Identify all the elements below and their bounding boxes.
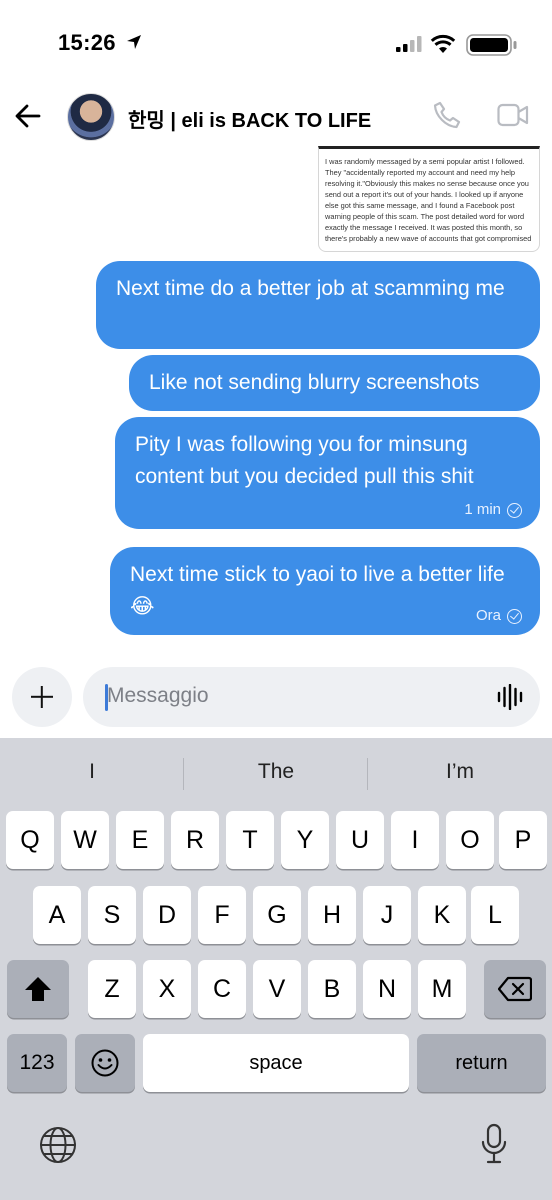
key[interactable]: U xyxy=(336,811,384,869)
contact-avatar[interactable] xyxy=(67,93,115,141)
message-placeholder: Messaggio xyxy=(107,684,209,707)
key[interactable]: P xyxy=(499,811,547,869)
message-text: Like not sending blurry screenshots xyxy=(149,371,480,394)
microphone-icon[interactable] xyxy=(480,1123,508,1165)
return-key[interactable]: return xyxy=(417,1034,546,1092)
suggestion-item[interactable]: The xyxy=(184,760,368,784)
add-attachment-button[interactable] xyxy=(12,667,72,727)
key[interactable]: J xyxy=(363,886,411,944)
message-meta: 1 min xyxy=(464,501,522,519)
key[interactable]: R xyxy=(171,811,219,869)
screenshot-text: I was randomly messaged by a semi popula… xyxy=(325,157,532,243)
key[interactable]: C xyxy=(198,960,246,1018)
key[interactable]: G xyxy=(253,886,301,944)
key[interactable]: Z xyxy=(88,960,136,1018)
key[interactable]: X xyxy=(143,960,191,1018)
key[interactable]: O xyxy=(446,811,494,869)
numbers-key[interactable]: 123 xyxy=(7,1034,67,1092)
battery-icon xyxy=(466,34,517,56)
location-arrow-icon xyxy=(127,35,141,49)
clock: 15:26 xyxy=(58,30,116,55)
message-text: Pity I was following you for minsung con… xyxy=(135,433,474,488)
key[interactable]: L xyxy=(471,886,519,944)
message-bubble[interactable]: Next time do a better job at scamming me xyxy=(96,261,540,349)
read-check-icon xyxy=(507,608,522,624)
key[interactable]: Q xyxy=(6,811,54,869)
space-key[interactable]: space xyxy=(143,1034,409,1092)
globe-icon[interactable] xyxy=(38,1125,78,1165)
wifi-icon xyxy=(430,34,456,53)
key[interactable]: W xyxy=(61,811,109,869)
forwarded-screenshot[interactable]: I was randomly messaged by a semi popula… xyxy=(318,146,540,252)
emoji-key[interactable] xyxy=(75,1034,135,1092)
message-bubble[interactable]: Like not sending blurry screenshots xyxy=(129,355,540,411)
keyboard: I The I’m Q W E R T Y U I O P A S D F G … xyxy=(0,738,552,1200)
key[interactable]: E xyxy=(116,811,164,869)
delete-key[interactable] xyxy=(484,960,546,1018)
message-text: Next time stick to yaoi to live a better… xyxy=(130,563,505,618)
shift-arrow-icon xyxy=(25,977,51,1001)
backspace-icon xyxy=(497,976,533,1002)
suggestion-item[interactable]: I xyxy=(0,760,184,784)
key[interactable]: M xyxy=(418,960,466,1018)
text-cursor xyxy=(105,684,108,711)
message-text: Next time do a better job at scamming me xyxy=(116,277,505,300)
key[interactable]: N xyxy=(363,960,411,1018)
back-arrow-icon[interactable] xyxy=(14,102,42,130)
suggestion-item[interactable]: I’m xyxy=(368,760,552,784)
key[interactable]: S xyxy=(88,886,136,944)
contact-name[interactable]: 한밍 | eli is BACK TO LIFE xyxy=(128,104,371,133)
phone-call-icon[interactable] xyxy=(432,100,462,130)
key[interactable]: B xyxy=(308,960,356,1018)
chat-header: 한밍 | eli is BACK TO LIFE xyxy=(0,90,552,142)
key[interactable]: D xyxy=(143,886,191,944)
key[interactable]: I xyxy=(391,811,439,869)
key[interactable]: K xyxy=(418,886,466,944)
read-check-icon xyxy=(507,502,522,518)
message-meta: Ora xyxy=(476,607,522,625)
message-input[interactable]: Messaggio xyxy=(83,667,540,727)
cellular-signal-icon xyxy=(396,36,422,52)
voice-waveform-icon[interactable] xyxy=(496,684,524,710)
emoji-smiley-icon xyxy=(91,1049,119,1077)
key[interactable]: F xyxy=(198,886,246,944)
shift-key[interactable] xyxy=(7,960,69,1018)
video-call-icon[interactable] xyxy=(497,102,529,128)
key[interactable]: A xyxy=(33,886,81,944)
message-bubble[interactable]: Next time stick to yaoi to live a better… xyxy=(110,547,540,635)
message-time: 1 min xyxy=(464,501,501,518)
key[interactable]: T xyxy=(226,811,274,869)
key[interactable]: Y xyxy=(281,811,329,869)
predictive-bar: I The I’m xyxy=(0,738,552,810)
key[interactable]: V xyxy=(253,960,301,1018)
status-bar: 15:26 xyxy=(0,0,552,90)
message-time: Ora xyxy=(475,607,501,624)
key[interactable]: H xyxy=(308,886,356,944)
message-bubble[interactable]: Pity I was following you for minsung con… xyxy=(115,417,540,529)
